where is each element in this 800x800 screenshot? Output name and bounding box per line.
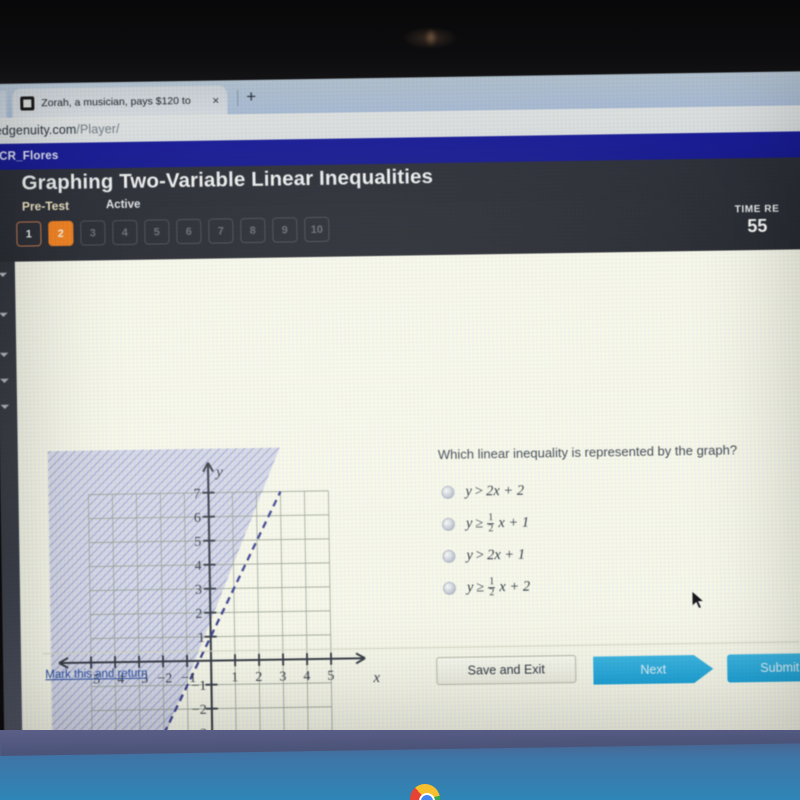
ytick-7: 7 <box>193 487 200 502</box>
ytick-6: 6 <box>194 511 201 526</box>
answer-choice-d[interactable]: y ≥ 1 2 x + 2 <box>442 568 793 604</box>
page-title: Graphing Two-Variable Linear Inequalitie… <box>21 165 434 195</box>
question-prompt: Which linear inequality is represented b… <box>437 442 738 463</box>
assignment-type-label: Pre-Test <box>21 198 70 214</box>
submit-button[interactable]: Submit <box>727 652 800 683</box>
site-favicon-icon <box>20 95 35 111</box>
ytick-3: 3 <box>195 583 202 598</box>
choice-c-lhs: y <box>466 547 474 564</box>
question-number-5[interactable]: 5 <box>144 219 170 245</box>
rail-arrow-icon-4: ◢ <box>0 372 11 384</box>
choice-b-fraction: 1 2 <box>487 512 495 535</box>
choice-d-denominator: 2 <box>489 587 495 599</box>
user-name-label: CR_Flores <box>0 149 59 163</box>
assignment-state-label: Active <box>105 198 141 212</box>
question-number-6[interactable]: 6 <box>176 218 202 245</box>
choice-d-rhs: x + 2 <box>499 578 531 596</box>
ytick-5: 5 <box>194 535 201 550</box>
close-icon[interactable]: × <box>212 93 219 107</box>
timer: TIME RE 55 <box>702 203 800 238</box>
question-number-7[interactable]: 7 <box>208 218 234 244</box>
inequality-graph: −5 −4 −3 −2 −1 1 2 3 4 5 7 6 5 4 3 2 1 −… <box>36 434 393 744</box>
mouse-pointer-icon <box>692 590 705 609</box>
question-number-2[interactable]: 2 <box>48 220 74 247</box>
radio-button-d[interactable] <box>442 581 457 596</box>
choice-c-rhs: 2x + 1 <box>486 546 526 564</box>
choice-a-lhs: y <box>465 483 473 500</box>
answer-choice-c-label: y > 2x + 1 <box>466 547 525 565</box>
taskbar-and-bezel-bottom <box>0 730 800 800</box>
ytick--2: −2 <box>192 703 207 718</box>
answer-choice-b[interactable]: y ≥ 1 2 x + 1 <box>441 504 792 540</box>
url-path: /Player/ <box>76 122 120 137</box>
timer-value: 55 <box>747 215 768 237</box>
radio-button-a[interactable] <box>441 485 455 500</box>
new-tab-button[interactable]: + <box>246 87 256 106</box>
choice-a-rhs: 2x + 2 <box>485 482 525 500</box>
browser-tab-title: Zorah, a musician, pays $120 to <box>41 94 191 109</box>
answer-choice-d-label: y ≥ 1 2 x + 2 <box>467 576 530 599</box>
photo-of-screen: Zorah, a musician, pays $120 to × + edge… <box>0 0 800 800</box>
browser-tab[interactable]: Zorah, a musician, pays $120 to × <box>12 85 228 118</box>
y-axis-label: y <box>214 464 223 480</box>
choice-d-fraction: 1 2 <box>488 576 496 599</box>
choice-b-lhs: y <box>465 515 473 532</box>
question-number-8[interactable]: 8 <box>240 217 266 244</box>
url-text: edgenuity.com/Player/ <box>0 122 120 138</box>
ytick-4: 4 <box>194 559 201 574</box>
choice-b-denominator: 2 <box>488 523 494 535</box>
answer-choices: y > 2x + 2 y ≥ 1 2 x + 1 y > 2x + 1 y ≥ … <box>441 472 793 605</box>
rail-arrow-icon-1: ◢ <box>0 267 9 278</box>
chrome-icon[interactable] <box>410 784 440 800</box>
laptop-bezel-top <box>0 0 800 84</box>
answer-choice-a-label: y > 2x + 2 <box>465 483 524 501</box>
xtick-2: 2 <box>255 670 262 685</box>
next-button[interactable]: Next <box>593 655 713 685</box>
question-number-4[interactable]: 4 <box>112 219 138 246</box>
choice-d-lhs: y <box>466 579 474 596</box>
graph-svg: −5 −4 −3 −2 −1 1 2 3 4 5 7 6 5 4 3 2 1 −… <box>47 447 381 744</box>
radio-button-c[interactable] <box>442 549 456 564</box>
xtick-3: 3 <box>279 669 286 684</box>
ytick-2: 2 <box>195 607 202 622</box>
choice-b-op: ≥ <box>475 515 484 532</box>
url-domain: edgenuity.com <box>0 122 77 138</box>
xtick-4: 4 <box>303 669 310 684</box>
xtick-1: 1 <box>231 670 238 685</box>
answer-choice-b-label: y ≥ 1 2 x + 1 <box>466 512 529 535</box>
lesson-header: Graphing Two-Variable Linear Inequalitie… <box>0 157 800 262</box>
xtick-5: 5 <box>327 669 334 684</box>
shaded-region <box>47 447 280 740</box>
webcam-icon <box>425 30 437 46</box>
question-page: −5 −4 −3 −2 −1 1 2 3 4 5 7 6 5 4 3 2 1 −… <box>14 249 800 744</box>
adjacent-tab-sliver[interactable] <box>0 90 7 118</box>
question-number-9[interactable]: 9 <box>272 217 298 243</box>
choice-c-op: > <box>475 547 485 564</box>
answer-choice-a[interactable]: y > 2x + 2 <box>441 472 791 508</box>
answer-choice-c[interactable]: y > 2x + 1 <box>442 536 792 572</box>
question-number-10[interactable]: 10 <box>304 216 330 243</box>
save-and-exit-button[interactable]: Save and Exit <box>436 654 577 686</box>
mark-this-and-return-link[interactable]: Mark this and return <box>45 668 147 682</box>
question-number-strip: 1 2 3 4 5 6 7 8 9 10 <box>16 216 330 247</box>
choice-a-op: > <box>474 483 484 500</box>
rail-arrow-icon-2: ◢ <box>0 307 10 318</box>
x-axis-label: x <box>372 670 380 686</box>
timer-label: TIME RE <box>734 203 780 216</box>
ytick-1: 1 <box>198 631 205 646</box>
taskbar <box>0 730 800 756</box>
radio-button-b[interactable] <box>441 517 456 532</box>
xtick--2: −2 <box>157 671 172 686</box>
question-number-3[interactable]: 3 <box>80 220 106 246</box>
screen-area: Zorah, a musician, pays $120 to × + edge… <box>0 71 800 744</box>
question-number-1[interactable]: 1 <box>16 221 42 247</box>
ytick--1: −1 <box>191 679 206 694</box>
choice-b-rhs: x + 1 <box>498 514 530 532</box>
tab-divider <box>237 90 239 107</box>
edgenuity-app: CR_Flores Graphing Two-Variable Linear I… <box>0 131 800 744</box>
rail-arrow-icon-3: ◢ <box>0 346 10 358</box>
choice-d-op: ≥ <box>476 579 485 596</box>
rail-arrow-icon-5: ◢ <box>0 398 11 410</box>
